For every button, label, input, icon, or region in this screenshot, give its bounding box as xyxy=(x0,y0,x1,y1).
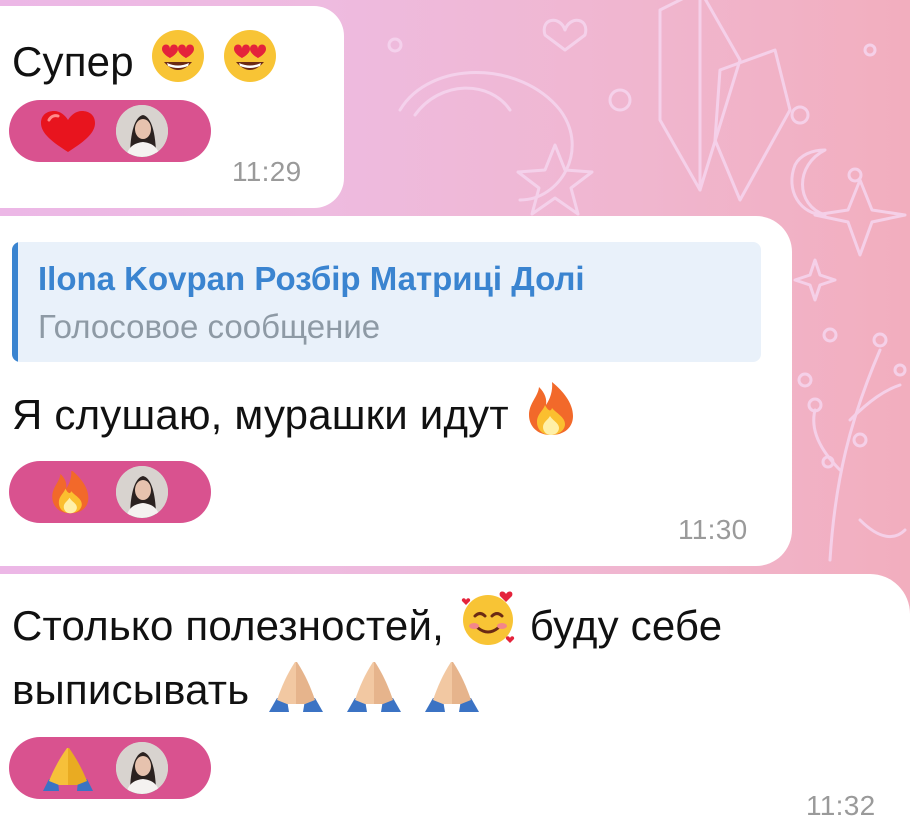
heart-emoji-icon xyxy=(41,111,95,152)
message-bubble-3[interactable]: Столько полезностей, буду себе выписыват… xyxy=(0,574,910,839)
reply-accent-bar xyxy=(12,242,18,362)
reaction-pill-2[interactable] xyxy=(9,461,211,523)
reactor-avatar xyxy=(116,742,168,794)
message-time-3: 11:32 xyxy=(806,790,876,821)
fire-emoji-icon xyxy=(528,382,573,435)
folded-hands-emoji-icon xyxy=(424,662,479,712)
message-time-1: 11:29 xyxy=(232,156,302,187)
folded-hands-emoji-icon xyxy=(43,748,93,791)
message-time-2: 11:30 xyxy=(678,514,748,545)
message-text-3: Столько полезностей, буду себе выписыват… xyxy=(12,590,722,722)
fire-emoji-icon xyxy=(52,471,89,514)
heart-eyes-emoji-icon xyxy=(223,30,276,82)
message-bubble-2[interactable]: Ilona Kovpan Розбір Матриці Долі Голосов… xyxy=(0,216,792,566)
message-text-1: Супер xyxy=(12,28,278,94)
smiling-face-with-hearts-emoji-icon xyxy=(461,591,515,645)
reply-quote[interactable]: Ilona Kovpan Розбір Матриці Долі Голосов… xyxy=(12,242,761,362)
heart-eyes-emoji-icon xyxy=(151,30,204,82)
message-text-2: Я слушаю, мурашки идут xyxy=(12,381,577,447)
reactor-avatar xyxy=(116,466,168,518)
message-bubble-1[interactable]: Супер 11:29 xyxy=(0,6,344,208)
folded-hands-emoji-icon xyxy=(347,662,402,712)
reply-sender-name: Ilona Kovpan Розбір Матриці Долі xyxy=(38,260,585,297)
folded-hands-emoji-icon xyxy=(269,662,324,712)
reaction-pill-1[interactable] xyxy=(9,100,211,162)
reactor-avatar xyxy=(116,105,168,157)
reply-preview-text: Голосовое сообщение xyxy=(38,308,381,345)
reaction-pill-3[interactable] xyxy=(9,737,211,799)
